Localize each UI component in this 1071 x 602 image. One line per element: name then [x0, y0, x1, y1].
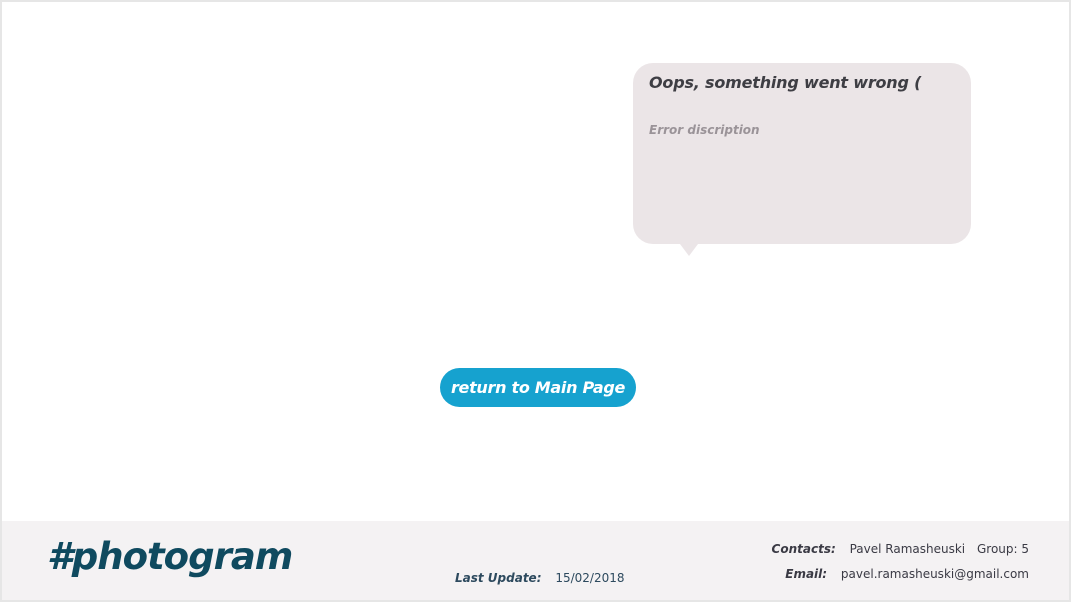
photogram-logo[interactable]: #photogram — [47, 535, 293, 578]
group-number: Group: 5 — [976, 542, 1029, 556]
email-row: Email: pavel.ramasheuski@gmail.com — [772, 565, 1029, 590]
last-update: Last Update: 15/02/2018 — [455, 571, 625, 585]
email-label: Email: — [785, 567, 828, 581]
last-update-label: Last Update: — [455, 571, 542, 585]
return-main-page-button[interactable]: return to Main Page — [440, 368, 636, 407]
contacts-label: Contacts: — [771, 542, 836, 556]
last-update-value: 15/02/2018 — [555, 571, 625, 585]
error-title: Oops, something went wrong ( — [649, 73, 922, 92]
footer: #photogram Last Update: 15/02/2018 Conta… — [2, 521, 1069, 600]
contacts-row: Contacts: Pavel Ramasheuski Group: 5 — [772, 540, 1029, 565]
error-description: Error discription — [649, 123, 760, 137]
contacts-block: Contacts: Pavel Ramasheuski Group: 5 Ema… — [772, 540, 1029, 590]
contacts-name: Pavel Ramasheuski — [849, 542, 966, 556]
email-link[interactable]: pavel.ramasheuski@gmail.com — [841, 567, 1029, 581]
error-message-bubble: Oops, something went wrong ( Error discr… — [633, 63, 971, 256]
page-frame: Oops, something went wrong ( Error discr… — [0, 0, 1071, 602]
